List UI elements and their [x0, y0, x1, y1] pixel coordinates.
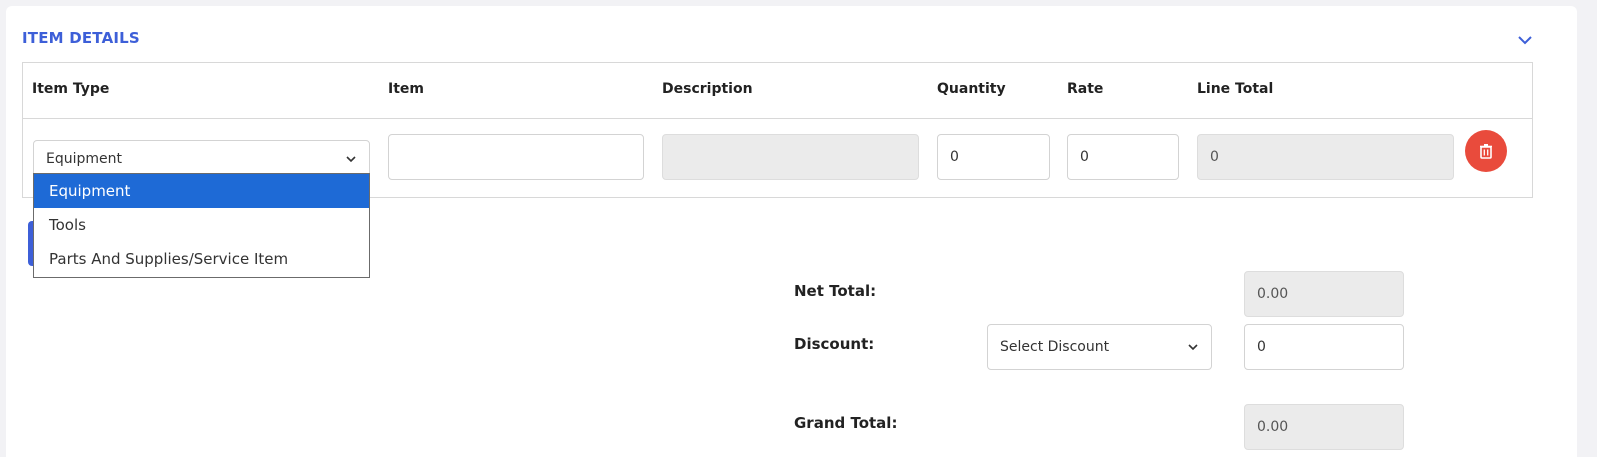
net-total-label: Net Total: [794, 282, 877, 300]
option-equipment[interactable]: Equipment [34, 174, 369, 208]
quantity-input[interactable]: 0 [937, 134, 1050, 180]
chevron-down-icon [1518, 36, 1532, 45]
item-type-selected: Equipment [46, 151, 122, 167]
option-tools[interactable]: Tools [34, 208, 369, 242]
delete-row-button[interactable] [1465, 130, 1507, 172]
description-field [662, 134, 919, 180]
collapse-toggle[interactable] [1515, 32, 1535, 48]
header-rate: Rate [1067, 81, 1104, 97]
table-header: Item Type Item Description Quantity Rate… [23, 63, 1532, 119]
header-line-total: Line Total [1197, 81, 1274, 97]
net-total-field: 0.00 [1244, 271, 1404, 317]
discount-select-label: Select Discount [1000, 339, 1110, 355]
section-title: ITEM DETAILS [22, 29, 140, 47]
option-parts-and-supplies[interactable]: Parts And Supplies/Service Item [34, 242, 369, 276]
header-quantity: Quantity [937, 81, 1006, 97]
rate-input[interactable]: 0 [1067, 134, 1179, 180]
grand-total-label: Grand Total: [794, 414, 898, 432]
header-item: Item [388, 81, 424, 97]
chevron-down-icon [1188, 344, 1198, 351]
header-description: Description [662, 81, 753, 97]
chevron-down-icon [346, 156, 356, 163]
trash-icon [1480, 144, 1492, 159]
discount-input[interactable]: 0 [1244, 324, 1404, 370]
grand-total-field: 0.00 [1244, 404, 1404, 450]
discount-select[interactable]: Select Discount [987, 324, 1212, 370]
header-item-type: Item Type [32, 81, 110, 97]
item-input[interactable] [388, 134, 644, 180]
line-total-field: 0 [1197, 134, 1454, 180]
discount-label: Discount: [794, 335, 875, 353]
item-type-dropdown: Equipment Tools Parts And Supplies/Servi… [33, 173, 370, 278]
